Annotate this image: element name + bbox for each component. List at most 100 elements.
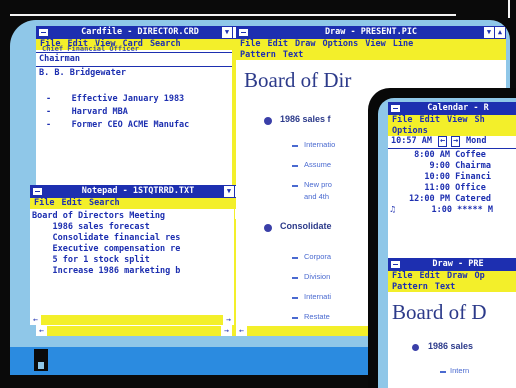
cardfile-menu-search[interactable]: Search	[150, 39, 181, 49]
cardfile-horizontal-scrollbar[interactable]	[36, 326, 244, 336]
draw-menu-line[interactable]: Line	[393, 39, 413, 49]
notepad-system-menu-icon[interactable]	[32, 187, 43, 196]
notepad-horizontal-scrollbar[interactable]	[30, 315, 246, 325]
cardfile-line-2: - Harvard MBA	[46, 107, 128, 117]
calendar-entry[interactable]: 10:00 Financi	[388, 172, 516, 183]
draw-menu-file[interactable]: File	[240, 39, 260, 49]
draw-dash-icon	[292, 317, 298, 319]
draw-titlebar[interactable]: Draw - PRESENT.PIC	[236, 26, 506, 39]
draw-menu-view[interactable]: View	[365, 39, 385, 49]
draw-small-window: Draw - PRE File Edit Draw Op Pattern Text Bo…	[388, 258, 516, 388]
draw-menubar-row2: Pattern Text	[236, 50, 506, 60]
cardfile-card-area[interactable]: Chief Financial Officer Chairman B. B. B…	[36, 45, 232, 184]
draw-menu-edit[interactable]: Edit	[267, 39, 287, 49]
cardfile-system-menu-icon[interactable]	[38, 28, 49, 37]
draw-minimize-icon[interactable]: ▼	[484, 27, 494, 38]
draw-small-menu-draw[interactable]: Draw	[447, 271, 467, 281]
cardfile-name-line: B. B. Bridgewater	[39, 68, 126, 78]
notepad-minimize-icon[interactable]: ▼	[224, 186, 234, 197]
disk-icon-highlight	[38, 362, 44, 369]
draw-small-titlebar[interactable]: Draw - PRE	[388, 258, 516, 271]
calendar-system-menu-icon[interactable]	[390, 104, 401, 113]
cardfile-titlebar[interactable]: Cardfile - DIRECTOR.CRD	[36, 26, 244, 39]
draw-small-canvas[interactable]: Board of D 1986 sales Intern	[388, 292, 516, 388]
draw-item-2-1: Corpora	[304, 252, 332, 261]
draw-small-menubar-row2: Pattern Text	[388, 282, 516, 292]
calendar-menubar-row2: Options	[388, 126, 516, 136]
calendar-menu-show[interactable]: Sh	[474, 115, 484, 125]
notepad-menu-search[interactable]: Search	[89, 198, 120, 208]
calendar-nav-bar: 10:57 AM ← → Mond	[388, 136, 516, 149]
notepad-line-7: Increase 1986 marketing b	[52, 266, 181, 276]
draw-small-menubar: File Edit Draw Op	[388, 271, 516, 282]
draw-scroll-left-icon[interactable]: ←	[236, 326, 247, 336]
draw-menubar: File Edit Draw Options View Line	[236, 39, 506, 50]
notepad-line-6: 5 for 1 stock split	[52, 255, 150, 265]
draw-menu-text[interactable]: Text	[283, 50, 303, 60]
foreground-monitor: Calendar - R File Edit View Sh Options 10:5…	[368, 88, 516, 388]
calendar-entry[interactable]: ♫ 1:00 ***** M	[388, 205, 516, 216]
calendar-menu-view[interactable]: View	[447, 115, 467, 125]
draw-small-menu-edit[interactable]: Edit	[419, 271, 439, 281]
draw-bullet-2-icon	[264, 224, 272, 232]
draw-system-menu-icon[interactable]	[238, 28, 249, 37]
draw-small-menu-pattern[interactable]: Pattern	[392, 282, 428, 292]
cardfile-line-3: - Former CEO ACME Manufac	[46, 120, 190, 130]
calendar-menubar: File Edit View Sh	[388, 115, 516, 126]
calendar-appointments[interactable]: 8:00 AM Coffee 9:00 Chairma 10:00 Financ…	[388, 150, 516, 216]
calendar-next-icon[interactable]: →	[451, 136, 461, 147]
draw-small-bullet-icon	[412, 344, 419, 351]
notepad-scroll-right-icon[interactable]: →	[223, 315, 234, 325]
calendar-entry[interactable]: 11:00 Office	[388, 183, 516, 194]
notepad-menubar: File Edit Search	[30, 198, 246, 209]
draw-item-1-2: Assume	[304, 160, 332, 169]
draw-item-1-4: and 4th	[304, 192, 330, 201]
draw-small-menu-text[interactable]: Text	[435, 282, 455, 292]
cardfile-scroll-left-icon[interactable]: ←	[36, 326, 47, 336]
draw-menu-pattern[interactable]: Pattern	[240, 50, 276, 60]
notepad-menu-edit[interactable]: Edit	[61, 198, 81, 208]
notepad-line-5: Executive compensation re	[52, 244, 181, 254]
draw-dash-icon	[292, 257, 298, 259]
calendar-menu-file[interactable]: File	[392, 115, 412, 125]
cardfile-minimize-icon[interactable]: ▼	[222, 27, 232, 38]
cardfile-title: Cardfile - DIRECTOR.CRD	[81, 27, 199, 37]
draw-small-system-menu-icon[interactable]	[390, 260, 401, 269]
calendar-entry[interactable]: 8:00 AM Coffee	[388, 150, 516, 161]
draw-slide-title: Board of Dir	[244, 68, 352, 92]
notepad-line-4: Consolidate financial res	[52, 233, 181, 243]
calendar-menu-options[interactable]: Options	[392, 126, 428, 136]
cardfile-line-1: - Effective January 1983	[46, 94, 185, 104]
notepad-text-area[interactable]: Board of Directors Meeting 1986 sales fo…	[32, 211, 226, 311]
draw-dash-icon	[292, 185, 298, 187]
monitor-bezel-line-top	[10, 14, 456, 16]
calendar-current-time: 10:57 AM	[391, 136, 432, 146]
calendar-entry[interactable]: 9:00 Chairma	[388, 161, 516, 172]
calendar-prev-icon[interactable]: ←	[438, 136, 448, 147]
notepad-window: Notepad - 1STQTRRD.TXT ▼ ▲ FileEditSearc…	[30, 185, 246, 325]
calendar-entry[interactable]: 12:00 PM Catered	[388, 194, 516, 205]
draw-dash-icon	[292, 165, 298, 167]
calendar-window: Calendar - R File Edit View Sh Options 10:5…	[388, 102, 516, 262]
calendar-titlebar[interactable]: Calendar - R	[388, 102, 516, 115]
draw-dash-icon	[292, 297, 298, 299]
draw-menu-options[interactable]: Options	[322, 39, 358, 49]
calendar-title: Calendar - R	[427, 103, 489, 113]
calendar-menu-edit[interactable]: Edit	[419, 115, 439, 125]
notepad-menu-file[interactable]: File	[34, 198, 54, 208]
foreground-screen: Calendar - R File Edit View Sh Options 10:5…	[378, 98, 516, 388]
draw-heading-1: 1986 sales f	[280, 114, 331, 124]
draw-maximize-icon[interactable]: ▲	[495, 27, 505, 38]
draw-small-menu-file[interactable]: File	[392, 271, 412, 281]
draw-menu-draw[interactable]: Draw	[295, 39, 315, 49]
draw-item-2-3: Internati	[304, 292, 332, 301]
cardfile-index-line[interactable]: Chairman	[39, 54, 80, 65]
notepad-scroll-left-icon[interactable]: ←	[30, 315, 41, 325]
notepad-line-3: 1986 sales forecast	[52, 222, 150, 232]
cardfile-scroll-right-icon[interactable]: →	[221, 326, 232, 336]
draw-title: Draw - PRESENT.PIC	[324, 27, 418, 37]
draw-item-2-2: Division	[304, 272, 331, 281]
draw-small-menu-options[interactable]: Op	[474, 271, 484, 281]
notepad-titlebar[interactable]: Notepad - 1STQTRRD.TXT	[30, 185, 246, 198]
draw-bullet-1-icon	[264, 117, 272, 125]
